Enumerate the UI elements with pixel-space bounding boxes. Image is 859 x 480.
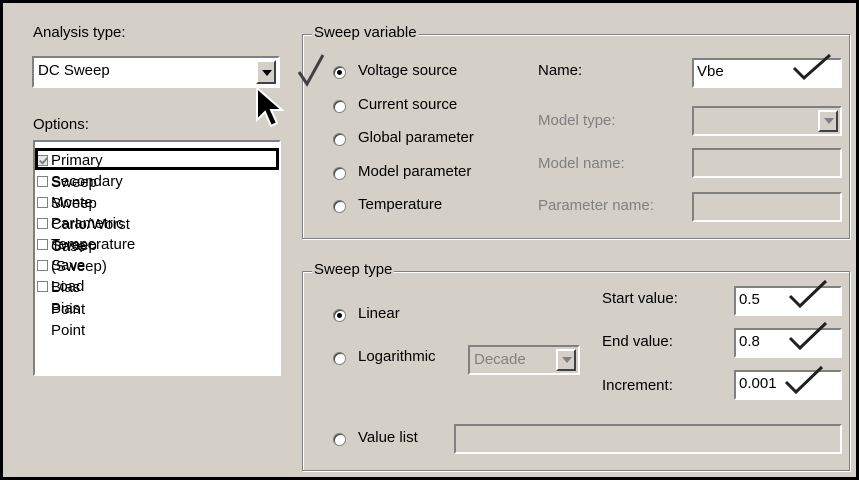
model-name-field[interactable] [692, 148, 842, 178]
radio-linear[interactable] [333, 309, 346, 322]
temperature-label: Temperature [358, 196, 443, 213]
checkmark-icon [788, 279, 828, 309]
checkbox-icon[interactable] [37, 239, 48, 250]
checkmark-icon [297, 54, 325, 87]
checkmark-icon [784, 365, 824, 395]
checkbox-icon[interactable] [37, 218, 48, 229]
options-list[interactable]: Primary Sweep Secondary Sweep Monte Carl… [33, 140, 281, 376]
radio-voltage-source[interactable] [333, 66, 346, 79]
start-value: 0.5 [739, 291, 760, 308]
parameter-name-field[interactable] [692, 192, 842, 222]
checkmark-icon [792, 53, 831, 81]
dropdown-arrow-icon [824, 118, 834, 124]
radio-global-parameter[interactable] [333, 133, 346, 146]
parameter-name-label: Parameter name: [538, 197, 654, 214]
mouse-pointer-icon [256, 86, 285, 128]
current-source-label: Current source [358, 96, 458, 113]
analysis-type-select[interactable]: DC Sweep [32, 56, 280, 88]
options-label: Options: [33, 116, 89, 133]
value-list-field[interactable] [454, 424, 842, 454]
sweep-type-title: Sweep type [312, 261, 395, 278]
radio-current-source[interactable] [333, 100, 346, 113]
option-label: Load Bias Point [51, 278, 86, 339]
model-name-label: Model name: [538, 155, 625, 172]
model-parameter-label: Model parameter [358, 163, 472, 180]
sweep-variable-title: Sweep variable [312, 24, 419, 41]
increment-value: 0.001 [739, 375, 777, 392]
radio-logarithmic[interactable] [333, 352, 346, 365]
checkbox-icon[interactable] [37, 176, 48, 187]
start-value-label: Start value: [602, 290, 678, 307]
log-scale-select[interactable]: Decade [468, 345, 580, 375]
focus-highlight [35, 148, 279, 170]
checkbox-icon[interactable] [37, 197, 48, 208]
radio-model-parameter[interactable] [333, 167, 346, 180]
name-value: Vbe [697, 63, 724, 80]
model-type-select[interactable] [692, 106, 842, 136]
analysis-type-dropdown-button[interactable] [256, 60, 276, 84]
model-type-label: Model type: [538, 112, 616, 129]
analysis-type-value: DC Sweep [38, 62, 110, 79]
model-type-dropdown-button[interactable] [818, 110, 838, 132]
radio-temperature[interactable] [333, 200, 346, 213]
end-value: 0.8 [739, 333, 760, 350]
end-value-label: End value: [602, 333, 673, 350]
voltage-source-label: Voltage source [358, 62, 458, 79]
global-parameter-label: Global parameter [358, 129, 474, 146]
log-scale-dropdown-button[interactable] [556, 349, 576, 371]
increment-label: Increment: [602, 377, 673, 394]
dropdown-arrow-icon [562, 357, 572, 363]
value-list-label: Value list [358, 429, 418, 446]
log-scale-value: Decade [474, 351, 526, 368]
checkmark-icon [788, 321, 828, 351]
radio-value-list[interactable] [333, 433, 346, 446]
name-label: Name: [538, 62, 583, 79]
checkbox-icon[interactable] [37, 281, 48, 292]
dropdown-arrow-icon [262, 70, 272, 76]
linear-label: Linear [358, 305, 400, 322]
analysis-type-label: Analysis type: [33, 24, 126, 41]
logarithmic-label: Logarithmic [358, 348, 436, 365]
checkbox-icon[interactable] [37, 260, 48, 271]
